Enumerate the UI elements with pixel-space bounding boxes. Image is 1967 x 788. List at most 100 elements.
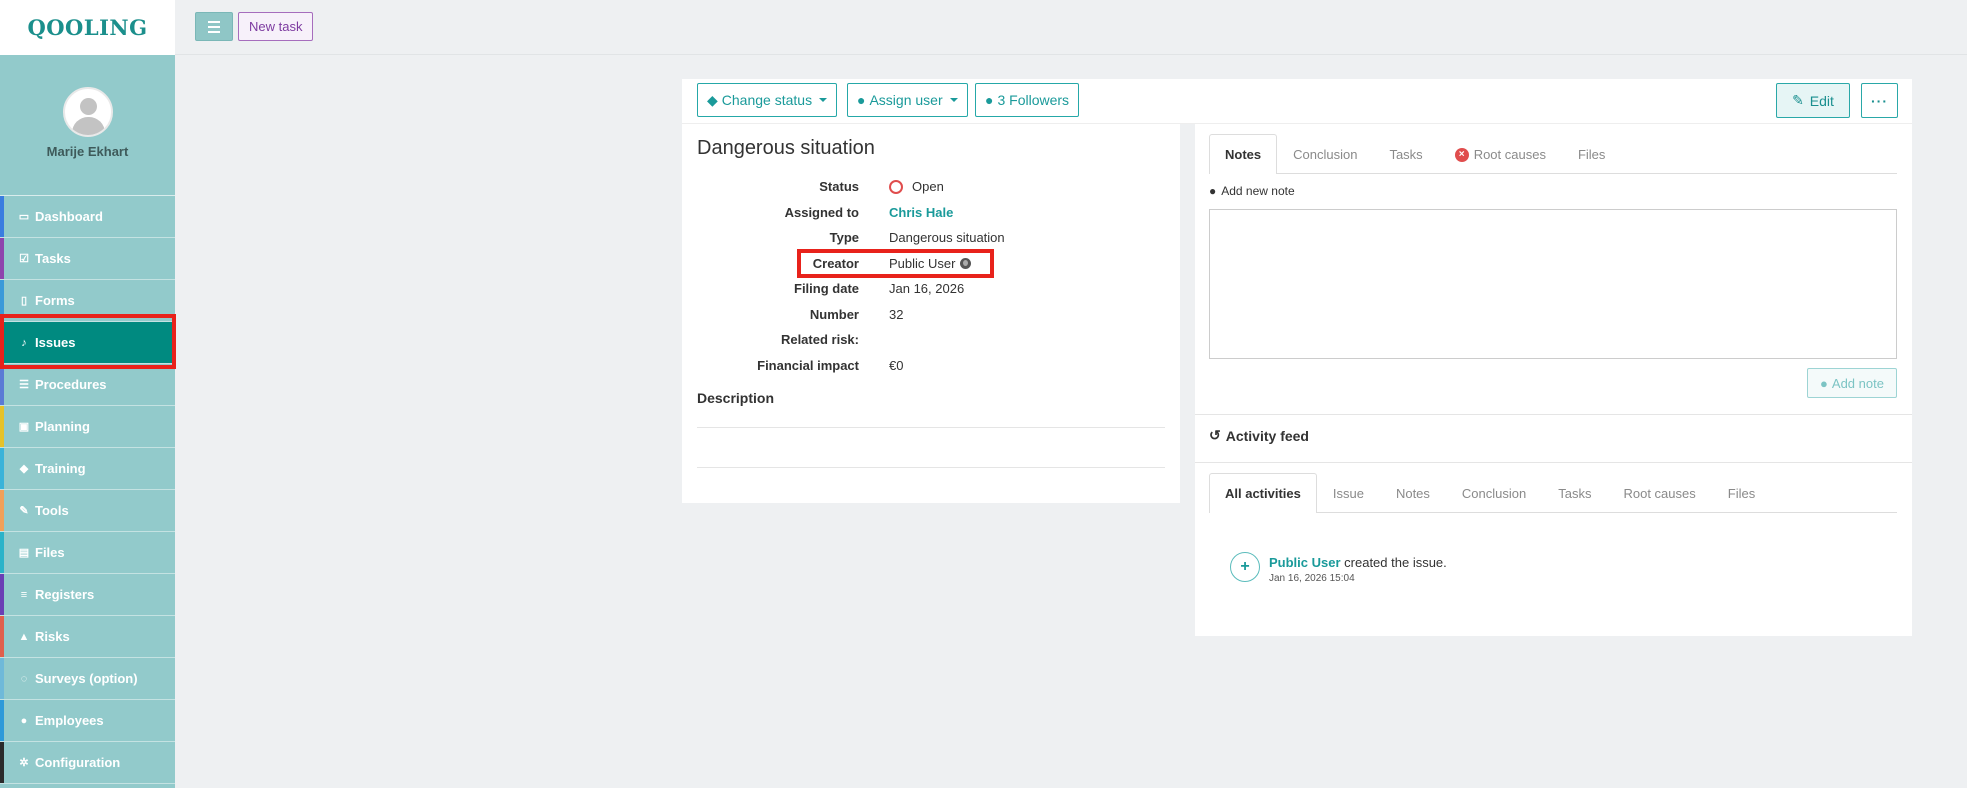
issue-title: Dangerous situation	[697, 137, 875, 159]
sidebar-item-configuration[interactable]: ✲ Configuration	[0, 742, 175, 784]
sidebar-item-training[interactable]: ◆ Training	[0, 448, 175, 490]
nav-stripe	[0, 658, 4, 699]
tab-all-activities[interactable]: All activities	[1209, 473, 1317, 513]
avatar-torso	[71, 117, 105, 135]
logo-text: QOOLING	[27, 15, 148, 40]
tab-files[interactable]: Files	[1562, 134, 1621, 174]
tab-tasks[interactable]: Tasks	[1373, 134, 1438, 174]
nav-stripe	[0, 364, 4, 405]
tab-label: Files	[1577, 147, 1606, 162]
edit-button[interactable]: ✎ Edit	[1776, 83, 1850, 118]
avatar-head	[79, 98, 97, 115]
sidebar-item-planning[interactable]: ▣ Planning	[0, 406, 175, 448]
status-value: Open	[889, 179, 944, 194]
assignee-link[interactable]: Chris Hale	[889, 205, 953, 220]
tab-root-causes[interactable]: × Root causes	[1439, 134, 1562, 174]
sidebar-item-surveys[interactable]: ◌ Surveys (option)	[0, 658, 175, 700]
file-icon: ▯	[20, 295, 28, 307]
sidebar-item-forms[interactable]: ▯ Forms	[0, 280, 175, 322]
followers-button[interactable]: ● 3 Followers	[975, 83, 1080, 117]
sidebar-item-label: Registers	[35, 587, 95, 602]
tab-label: Notes	[1395, 486, 1430, 501]
error-circle-icon: ×	[1454, 147, 1469, 162]
user-icon: ●	[857, 92, 866, 108]
more-options-button[interactable]: ···	[1861, 83, 1898, 118]
sidebar-item-employees[interactable]: ● Employees	[0, 700, 175, 742]
sidebar-item-registers[interactable]: ≡ Registers	[0, 574, 175, 616]
tab-root-causes[interactable]: Root causes	[1607, 473, 1711, 513]
warning-icon: ▲	[18, 630, 30, 643]
assign-user-button[interactable]: ● Assign user	[847, 83, 968, 117]
tab-files[interactable]: Files	[1712, 473, 1771, 513]
comment-icon: ◌	[20, 672, 28, 685]
sidebar-item-label: Files	[35, 545, 65, 560]
sidebar-item-files[interactable]: ▤ Files	[0, 532, 175, 574]
hamburger-icon-line	[208, 30, 220, 33]
hamburger-icon	[208, 20, 220, 23]
filing-date-value: Jan 16, 2026	[889, 281, 965, 296]
hamburger-icon-line	[208, 25, 220, 28]
creator-label: Creator	[812, 256, 859, 271]
nav-stripe	[0, 574, 4, 615]
sidebar-item-tools[interactable]: ✎ Tools	[0, 490, 175, 532]
nav-stripe	[0, 448, 4, 489]
tab-label: Conclusion	[1293, 147, 1358, 162]
sidebar-item-dashboard[interactable]: ▭ Dashboard	[0, 196, 175, 238]
add-note-button[interactable]: ● Add note	[1807, 368, 1897, 398]
tab-label: Conclusion	[1461, 486, 1527, 501]
sidebar-item-issues[interactable]: ♪ Issues	[0, 322, 175, 364]
description-divider	[697, 427, 1165, 428]
edit-label: Edit	[1809, 92, 1834, 109]
sidebar-item-label: Tools	[35, 503, 69, 518]
tag-icon: ◆	[707, 91, 718, 108]
tab-tasks[interactable]: Tasks	[1542, 473, 1607, 513]
activity-feed-title: ↺ Activity feed	[1209, 427, 1309, 444]
tab-conclusion[interactable]: Conclusion	[1277, 134, 1373, 174]
change-status-button[interactable]: ◆ Change status	[697, 83, 838, 117]
creator-text: Public User	[889, 256, 956, 271]
nav-stripe	[0, 700, 4, 741]
number-label: Number	[809, 307, 859, 322]
sidebar-item-label: Employees	[35, 713, 104, 728]
history-icon: ↺	[1209, 427, 1221, 443]
assign-user-label: Assign user	[869, 92, 943, 108]
monitor-icon: ▭	[18, 211, 30, 223]
avatar[interactable]	[62, 87, 113, 137]
user-name[interactable]: Marije Ekhart	[47, 144, 129, 159]
assigned-to-value[interactable]: Chris Hale	[889, 205, 953, 220]
sidebar-item-label: Risks	[35, 629, 70, 644]
nav-stripe	[0, 490, 4, 531]
new-task-button[interactable]: New task	[238, 12, 314, 41]
users-icon: ●	[20, 714, 28, 727]
creator-value: Public User	[889, 256, 972, 271]
sidebar-item-tasks[interactable]: ☑ Tasks	[0, 238, 175, 280]
sidebar-item-risks[interactable]: ▲ Risks	[0, 616, 175, 658]
note-textarea[interactable]	[1209, 209, 1897, 359]
type-value: Dangerous situation	[889, 230, 1005, 245]
detail-tabs: Notes Conclusion Tasks × Root causes File…	[1209, 134, 1897, 174]
sidebar-item-procedures[interactable]: ☰ Procedures	[0, 364, 175, 406]
related-risk-label: Related risk:	[780, 332, 859, 347]
tab-notes[interactable]: Notes	[1380, 473, 1446, 513]
tab-label: All activities	[1225, 486, 1301, 501]
tab-notes[interactable]: Notes	[1209, 134, 1278, 174]
financial-impact-value: €0	[889, 358, 904, 373]
description-divider	[697, 467, 1165, 468]
activity-text: Public User created the issue.	[1269, 552, 1447, 570]
add-new-note-link[interactable]: ● Add new note	[1209, 184, 1295, 198]
nav-stripe	[0, 280, 4, 321]
status-label: Status	[819, 179, 859, 194]
activity-user-link[interactable]: Public User	[1269, 555, 1341, 570]
list-icon: ≡	[20, 588, 28, 601]
comment-icon: ●	[1209, 184, 1217, 198]
tab-label: Root causes	[1623, 486, 1696, 501]
logo[interactable]: QOOLING	[0, 0, 175, 55]
sidebar-item-label: Planning	[35, 419, 90, 434]
type-label: Type	[829, 230, 859, 245]
nav-stripe	[0, 616, 4, 657]
menu-toggle-button[interactable]	[195, 12, 233, 41]
sidebar-item-label: Configuration	[35, 755, 121, 770]
tab-issue[interactable]: Issue	[1317, 473, 1380, 513]
tab-conclusion[interactable]: Conclusion	[1446, 473, 1542, 513]
list-alt-icon: ☰	[19, 379, 29, 391]
